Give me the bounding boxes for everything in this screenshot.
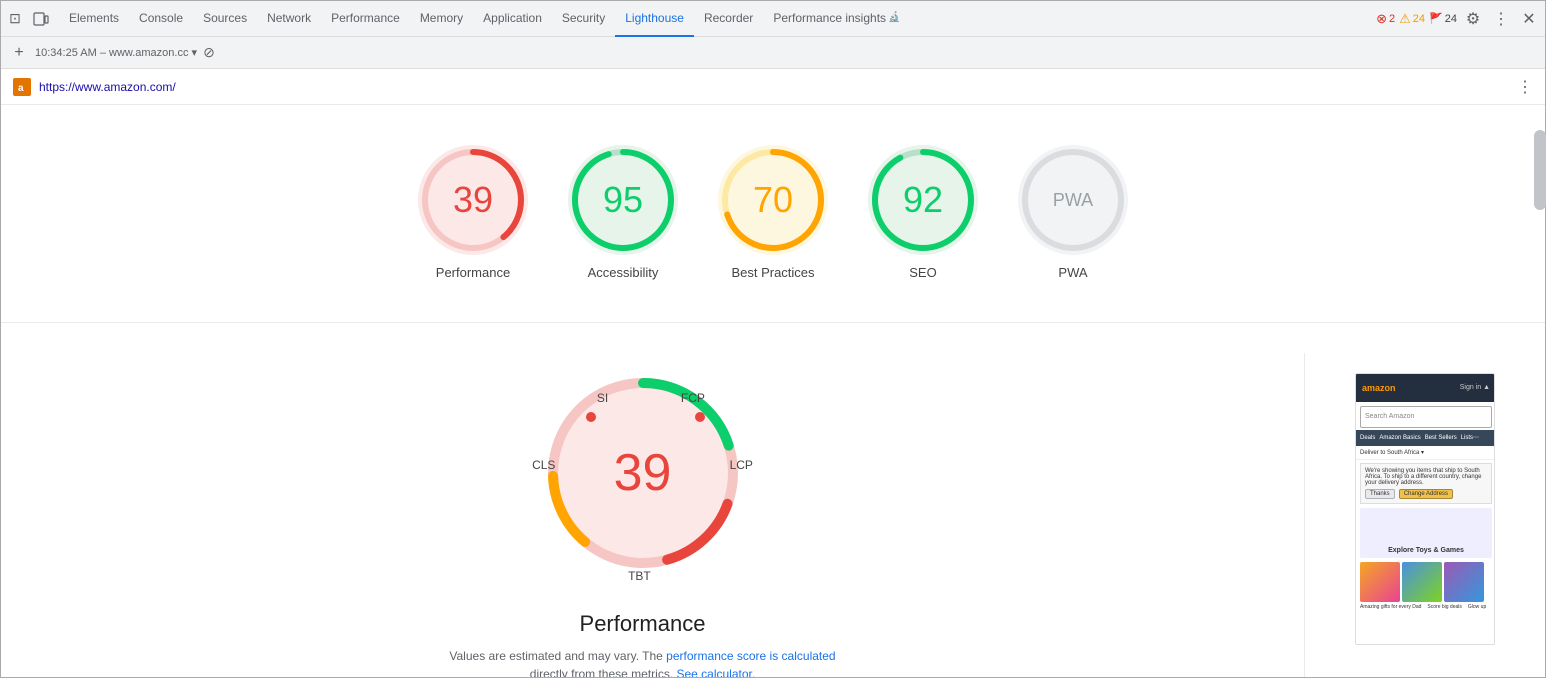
score-label-accessibility: Accessibility: [588, 265, 659, 282]
error-badge[interactable]: ⊗ 2: [1376, 11, 1395, 27]
score-label-best-practices: Best Practices: [731, 265, 814, 282]
score-circle-pwa: PWA: [1018, 145, 1128, 255]
amazon-nav-basics: Amazon Basics: [1379, 435, 1420, 441]
tab-lighthouse[interactable]: Lighthouse: [615, 1, 694, 37]
url-bar: a https://www.amazon.com/ ⋮: [1, 69, 1545, 105]
perf-score-link[interactable]: performance score is calculated: [666, 649, 835, 663]
score-card-best-practices[interactable]: 70 Best Practices: [718, 145, 828, 282]
score-value-best-practices: 70: [753, 179, 793, 221]
tab-performance-insights[interactable]: Performance insights 🔬: [763, 1, 910, 37]
vertical-divider: [1304, 353, 1305, 677]
score-value-seo: 92: [903, 179, 943, 221]
score-circle-seo: 92: [868, 145, 978, 255]
info-badge[interactable]: 🚩 24: [1429, 12, 1457, 25]
url-more-button[interactable]: ⋮: [1517, 77, 1533, 97]
block-button[interactable]: ⊘: [203, 44, 215, 61]
score-card-performance[interactable]: 39 Performance: [418, 145, 528, 282]
amazon-delivery-banner: Deliver to South Africa ▾: [1356, 446, 1495, 460]
info-icon: 🚩: [1429, 12, 1443, 25]
tab-bar-right: ⊗ 2 ⚠ 24 🚩 24 ⚙ ⋮ ✕: [1376, 7, 1541, 31]
tab-bar-icons: ⊡: [5, 9, 51, 29]
amazon-banner-btns: Thanks Change Address: [1365, 489, 1487, 499]
tab-performance[interactable]: Performance: [321, 1, 410, 37]
address-input[interactable]: 10:34:25 AM – www.amazon.cc ▾: [35, 46, 197, 59]
tab-network[interactable]: Network: [257, 1, 321, 37]
devtools-window: ⊡ Elements Console Sources Network Perfo…: [0, 0, 1546, 678]
big-gauge: 39 SI FCP LCP TBT CLS: [523, 353, 763, 593]
score-card-pwa[interactable]: PWA PWA: [1018, 145, 1128, 282]
tab-sources[interactable]: Sources: [193, 1, 257, 37]
amazon-product-labels: Amazing gifts for every Dad Score big de…: [1360, 604, 1492, 610]
main-content: 39 Performance 95 Accessibility: [1, 105, 1545, 677]
see-calculator-link[interactable]: See calculator.: [676, 667, 755, 677]
amazon-signin: Sign in ▲: [1460, 384, 1490, 391]
error-icon: ⊗: [1376, 11, 1387, 27]
amazon-logo: amazon: [1362, 383, 1396, 393]
amazon-banner-msg: We're showing you items that ship to Sou…: [1360, 463, 1492, 504]
amazon-product-1: [1360, 562, 1400, 602]
score-circle-best-practices: 70: [718, 145, 828, 255]
amazon-nav-lists: Lists⋯: [1461, 434, 1479, 441]
warn-badge[interactable]: ⚠ 24: [1399, 11, 1425, 27]
score-label-pwa: PWA: [1058, 265, 1087, 282]
score-card-seo[interactable]: 92 SEO: [868, 145, 978, 282]
dock-icon[interactable]: ⊡: [5, 9, 25, 29]
tab-memory[interactable]: Memory: [410, 1, 473, 37]
screenshot-mockup: amazon Sign in ▲ Search Amazon Deals Ama…: [1356, 374, 1495, 644]
score-circle-performance: 39: [418, 145, 528, 255]
tab-elements[interactable]: Elements: [59, 1, 129, 37]
tab-recorder[interactable]: Recorder: [694, 1, 763, 37]
amazon-nav-deals: Deals: [1360, 435, 1375, 441]
performance-detail: 39 SI FCP LCP TBT CLS Performance Values…: [31, 353, 1254, 677]
amazon-change-address-button[interactable]: Change Address: [1399, 489, 1453, 499]
url-display[interactable]: https://www.amazon.com/: [39, 80, 1509, 94]
more-options-icon[interactable]: ⋮: [1489, 7, 1513, 31]
amazon-header: amazon Sign in ▲: [1356, 374, 1495, 402]
add-tab-button[interactable]: +: [9, 43, 29, 63]
amazon-nav-sellers: Best Sellers: [1425, 435, 1457, 441]
score-label-performance: Performance: [436, 265, 510, 282]
amazon-products-row: [1360, 562, 1492, 602]
warn-icon: ⚠: [1399, 11, 1411, 27]
score-value-pwa: PWA: [1053, 190, 1093, 211]
score-value-performance: 39: [453, 179, 493, 221]
big-gauge-value: 39: [614, 443, 672, 503]
performance-insights-icon: 🔬: [888, 12, 900, 23]
tab-security[interactable]: Security: [552, 1, 615, 37]
amazon-search-text: Search Amazon: [1365, 413, 1414, 420]
device-toggle-icon[interactable]: [31, 9, 51, 29]
performance-section-title: Performance: [580, 611, 706, 637]
amazon-product-2: [1402, 562, 1442, 602]
amazon-explore-section: Explore Toys & Games: [1360, 508, 1492, 558]
settings-icon[interactable]: ⚙: [1461, 7, 1485, 31]
score-value-accessibility: 95: [603, 179, 643, 221]
lighthouse-content: 39 Performance 95 Accessibility: [1, 105, 1545, 677]
performance-note: Values are estimated and may vary. The p…: [433, 647, 853, 677]
site-favicon: a: [13, 78, 31, 96]
amazon-explore-text: Explore Toys & Games: [1388, 547, 1464, 554]
screenshot-frame: amazon Sign in ▲ Search Amazon Deals Ama…: [1355, 373, 1495, 645]
score-card-accessibility[interactable]: 95 Accessibility: [568, 145, 678, 282]
amazon-product-3: [1444, 562, 1484, 602]
svg-text:a: a: [18, 83, 24, 94]
address-bar: + 10:34:25 AM – www.amazon.cc ▾ ⊘: [1, 37, 1545, 69]
lower-section: 39 SI FCP LCP TBT CLS Performance Values…: [31, 323, 1515, 677]
tab-application[interactable]: Application: [473, 1, 552, 37]
score-label-seo: SEO: [909, 265, 936, 282]
amazon-search-bar: Search Amazon: [1360, 406, 1492, 428]
score-cards-row: 39 Performance 95 Accessibility: [31, 125, 1515, 292]
amazon-nav: Deals Amazon Basics Best Sellers Lists⋯: [1356, 430, 1495, 446]
close-icon[interactable]: ✕: [1517, 7, 1541, 31]
amazon-thanks-button[interactable]: Thanks: [1365, 489, 1395, 499]
tab-bar: ⊡ Elements Console Sources Network Perfo…: [1, 1, 1545, 37]
scrollbar[interactable]: [1534, 130, 1545, 210]
tab-console[interactable]: Console: [129, 1, 193, 37]
score-circle-accessibility: 95: [568, 145, 678, 255]
screenshot-panel: amazon Sign in ▲ Search Amazon Deals Ama…: [1355, 373, 1515, 677]
